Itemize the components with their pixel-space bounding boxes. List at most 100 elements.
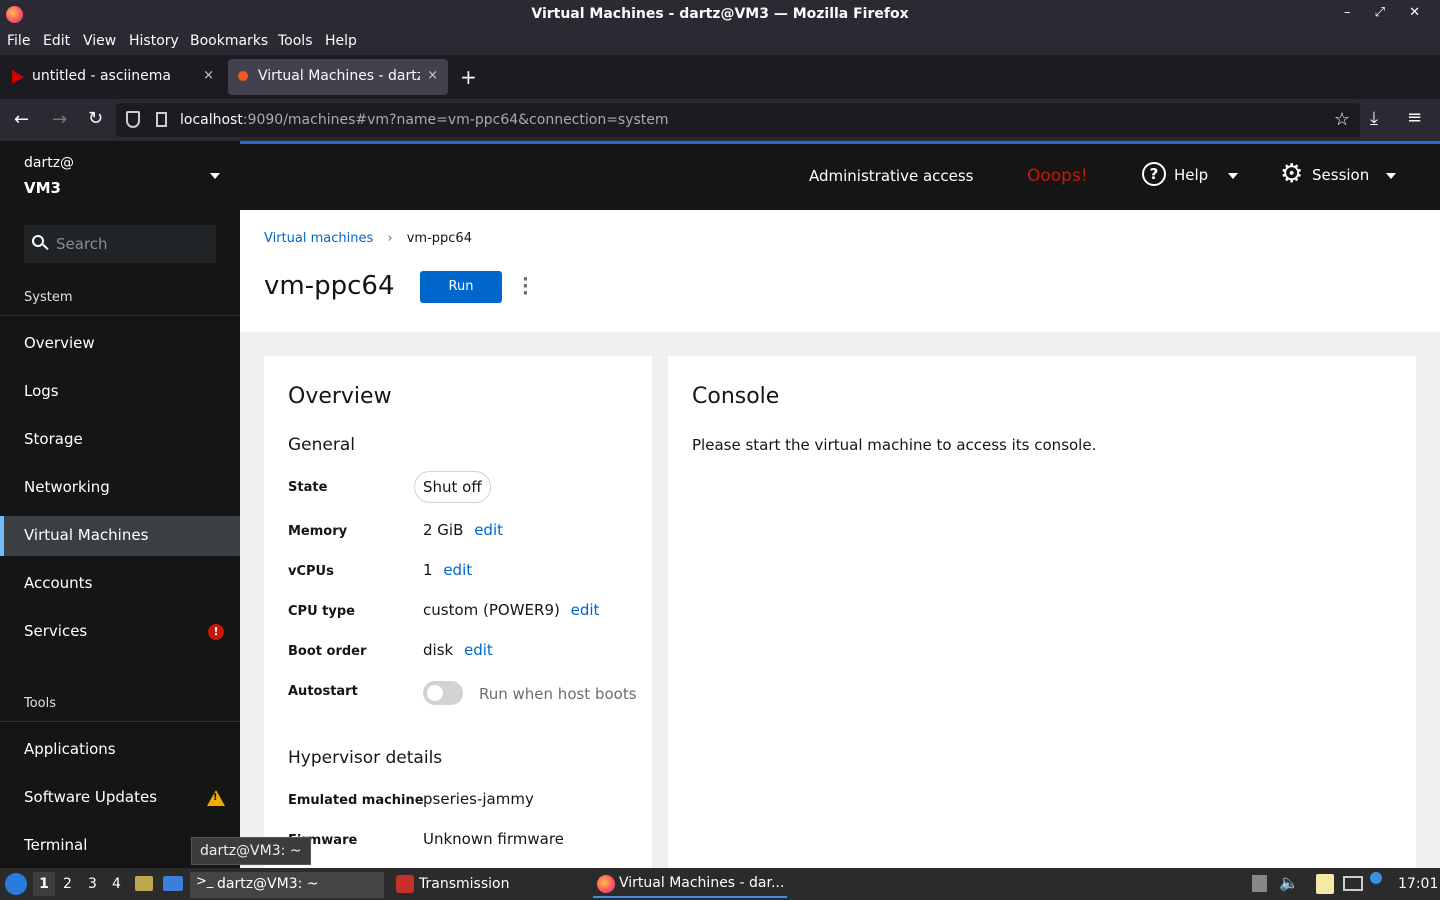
start-menu-icon[interactable] bbox=[5, 873, 27, 895]
page-title: vm-ppc64 bbox=[264, 271, 395, 301]
close-tab-icon[interactable]: × bbox=[427, 68, 438, 83]
host-switcher[interactable]: dartz@ VM3 bbox=[0, 141, 240, 213]
taskbar: 1 2 3 4 >_ dartz@VM3: ~ Transmission Vir… bbox=[0, 868, 1440, 900]
reload-icon[interactable]: ↻ bbox=[88, 108, 103, 129]
toggle-knob bbox=[427, 685, 443, 701]
window-title: Virtual Machines - dartz@VM3 — Mozilla F… bbox=[531, 6, 909, 22]
nav-software-updates[interactable]: Software Updates ! bbox=[0, 778, 240, 818]
nav-storage[interactable]: Storage bbox=[0, 420, 240, 460]
downloads-icon[interactable]: ⤓ bbox=[1370, 108, 1378, 129]
main-content: Virtual machines › vm-ppc64 vm-ppc64 Run… bbox=[240, 210, 1440, 876]
tab-virtual-machines[interactable]: Virtual Machines - dartz@ × bbox=[228, 59, 448, 95]
administrative-access-button[interactable]: Administrative access bbox=[809, 167, 974, 185]
section-tools: Tools bbox=[24, 696, 57, 711]
state-label: State bbox=[288, 480, 328, 495]
url-text[interactable]: localhost:9090/machines#vm?name=vm-ppc64… bbox=[180, 112, 669, 128]
state-badge: Shut off bbox=[414, 471, 491, 503]
ooops-button[interactable]: Ooops! bbox=[1027, 166, 1088, 186]
run-button[interactable]: Run bbox=[420, 271, 502, 303]
nav-overview[interactable]: Overview bbox=[0, 324, 240, 364]
caret-down-icon bbox=[1228, 173, 1238, 179]
menu-edit[interactable]: Edit bbox=[43, 33, 70, 49]
workspace-4[interactable]: 4 bbox=[112, 876, 121, 892]
close-tab-icon[interactable]: × bbox=[203, 68, 214, 83]
workspace-3[interactable]: 3 bbox=[88, 876, 97, 892]
autostart-label: Autostart bbox=[288, 684, 358, 699]
menu-help[interactable]: Help bbox=[325, 33, 357, 49]
url-bar[interactable]: localhost:9090/machines#vm?name=vm-ppc64… bbox=[116, 103, 1360, 137]
volume-icon[interactable]: 🔈 bbox=[1279, 873, 1299, 892]
console-card: Console Please start the virtual machine… bbox=[668, 356, 1416, 876]
vcpus-label: vCPUs bbox=[288, 564, 334, 579]
vcpus-edit-link[interactable]: edit bbox=[443, 561, 472, 579]
console-message: Please start the virtual machine to acce… bbox=[692, 436, 1097, 454]
workspace-2[interactable]: 2 bbox=[63, 876, 72, 892]
search-input[interactable]: Search bbox=[56, 235, 108, 253]
firefox-icon bbox=[597, 875, 615, 893]
desktop-icon[interactable] bbox=[163, 876, 183, 891]
breadcrumb-parent[interactable]: Virtual machines bbox=[264, 231, 373, 246]
nav-services[interactable]: Services ! bbox=[0, 612, 240, 652]
vcpus-value: 1 bbox=[423, 561, 433, 579]
cpu-type-label: CPU type bbox=[288, 604, 355, 619]
sidebar: dartz@ VM3 Search System Overview Logs S… bbox=[0, 141, 240, 868]
help-menu[interactable]: ? Help bbox=[1142, 162, 1242, 190]
error-badge-icon: ! bbox=[208, 624, 224, 640]
autostart-toggle[interactable] bbox=[423, 681, 463, 705]
transmission-icon bbox=[396, 875, 414, 893]
general-heading: General bbox=[288, 435, 355, 455]
tray-lock-icon[interactable] bbox=[1252, 875, 1267, 892]
memory-edit-link[interactable]: edit bbox=[474, 521, 503, 539]
tab-asciinema[interactable]: untitled - asciinema × bbox=[2, 59, 224, 95]
kebab-menu-icon[interactable]: · · · bbox=[522, 271, 529, 303]
menu-view[interactable]: View bbox=[83, 33, 116, 49]
host-user: dartz@ bbox=[24, 155, 75, 171]
tab-label: untitled - asciinema bbox=[32, 68, 172, 84]
menu-bookmarks[interactable]: Bookmarks bbox=[190, 33, 268, 49]
page-header: Virtual machines › vm-ppc64 vm-ppc64 Run… bbox=[240, 210, 1440, 332]
nav-virtual-machines[interactable]: Virtual Machines bbox=[0, 516, 240, 556]
section-system: System bbox=[24, 290, 73, 305]
taskbar-terminal[interactable]: >_ dartz@VM3: ~ bbox=[190, 872, 384, 898]
hamburger-menu-icon[interactable]: ≡ bbox=[1407, 107, 1422, 128]
back-icon[interactable]: ← bbox=[14, 109, 29, 130]
boot-order-value: disk bbox=[423, 641, 454, 659]
new-tab-button[interactable]: + bbox=[460, 65, 477, 89]
bookmark-star-icon[interactable]: ☆ bbox=[1334, 109, 1350, 130]
menu-history[interactable]: History bbox=[129, 33, 179, 49]
window-controls[interactable]: – ⤢ ✕ bbox=[1344, 5, 1430, 20]
session-menu[interactable]: ⚙ Session bbox=[1280, 159, 1400, 190]
navigation-bar: ← → ↻ localhost:9090/machines#vm?name=vm… bbox=[0, 99, 1440, 141]
caret-down-icon bbox=[1386, 173, 1396, 179]
tab-label: Virtual Machines - dartz@ bbox=[258, 68, 420, 84]
menu-file[interactable]: File bbox=[7, 33, 30, 49]
nav-applications[interactable]: Applications bbox=[0, 730, 240, 770]
clipboard-icon[interactable] bbox=[1316, 874, 1334, 894]
boot-order-edit-link[interactable]: edit bbox=[464, 641, 493, 659]
menu-tools[interactable]: Tools bbox=[278, 33, 313, 49]
nav-accounts[interactable]: Accounts bbox=[0, 564, 240, 604]
cpu-type-value: custom (POWER9) bbox=[423, 601, 560, 619]
gear-icon: ⚙ bbox=[1280, 159, 1304, 189]
taskbar-transmission[interactable]: Transmission bbox=[392, 872, 586, 898]
autostart-text: Run when host boots bbox=[479, 685, 637, 703]
overview-title: Overview bbox=[288, 384, 392, 409]
workspace-1[interactable]: 1 bbox=[33, 872, 55, 896]
file-manager-icon[interactable] bbox=[135, 876, 153, 891]
nav-logs[interactable]: Logs bbox=[0, 372, 240, 412]
search-box[interactable]: Search bbox=[24, 225, 216, 263]
network-icon[interactable] bbox=[1343, 876, 1363, 891]
nav-networking[interactable]: Networking bbox=[0, 468, 240, 508]
clock: 17:01 bbox=[1398, 876, 1439, 892]
update-notifier-icon[interactable] bbox=[1370, 872, 1382, 884]
breadcrumb-current: vm-ppc64 bbox=[406, 231, 472, 246]
taskbar-tooltip: dartz@VM3: ~ bbox=[191, 837, 311, 865]
cpu-type-edit-link[interactable]: edit bbox=[571, 601, 600, 619]
help-icon: ? bbox=[1142, 162, 1166, 186]
taskbar-firefox[interactable]: Virtual Machines - dar... bbox=[593, 872, 787, 898]
forward-icon[interactable]: → bbox=[52, 109, 67, 130]
host-name: VM3 bbox=[24, 179, 61, 197]
memory-label: Memory bbox=[288, 524, 348, 539]
cockpit-icon bbox=[238, 71, 248, 81]
masthead: Administrative access Ooops! ? Help ⚙ Se… bbox=[240, 141, 1440, 210]
